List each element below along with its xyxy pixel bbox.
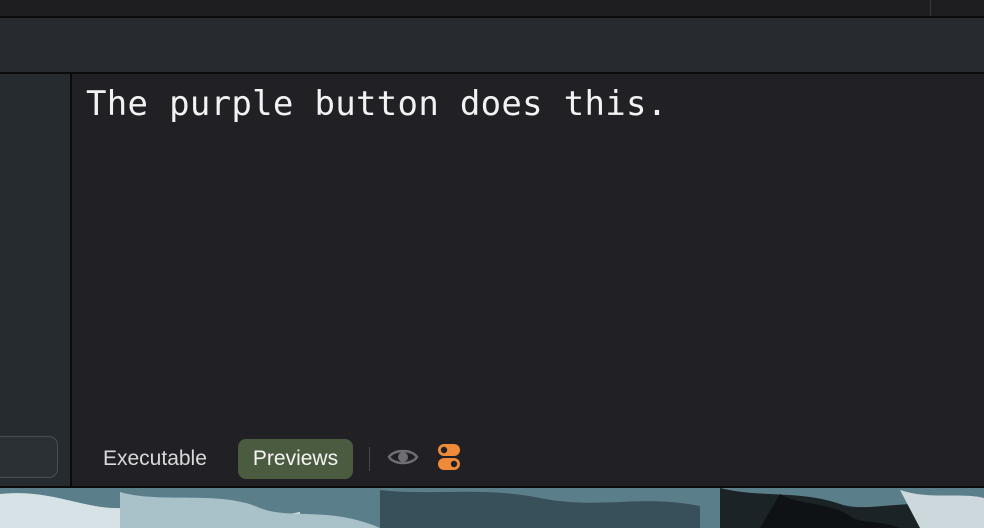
title-bar-divider bbox=[930, 0, 931, 16]
wallpaper-image bbox=[0, 488, 984, 528]
console-output: The purple button does this. bbox=[86, 84, 668, 124]
eye-icon bbox=[387, 446, 419, 473]
window-bottom-edge bbox=[0, 486, 984, 488]
sidebar-filter-field[interactable] bbox=[0, 436, 58, 478]
console-pane: The purple button does this. Executable … bbox=[72, 74, 984, 486]
title-bar bbox=[0, 0, 984, 18]
toolbar bbox=[0, 18, 984, 74]
xcode-window: The purple button does this. Executable … bbox=[0, 0, 984, 528]
toggles-button[interactable] bbox=[432, 442, 466, 476]
tab-previews[interactable]: Previews bbox=[237, 439, 354, 479]
desktop-wallpaper-strip bbox=[0, 486, 984, 528]
eye-button[interactable] bbox=[386, 442, 420, 476]
tab-executable[interactable]: Executable bbox=[88, 439, 222, 479]
toggles-icon bbox=[437, 443, 461, 476]
bottom-bar-separator bbox=[369, 447, 371, 471]
console-bottom-bar: Executable Previews bbox=[88, 439, 466, 479]
sidebar bbox=[0, 74, 72, 486]
